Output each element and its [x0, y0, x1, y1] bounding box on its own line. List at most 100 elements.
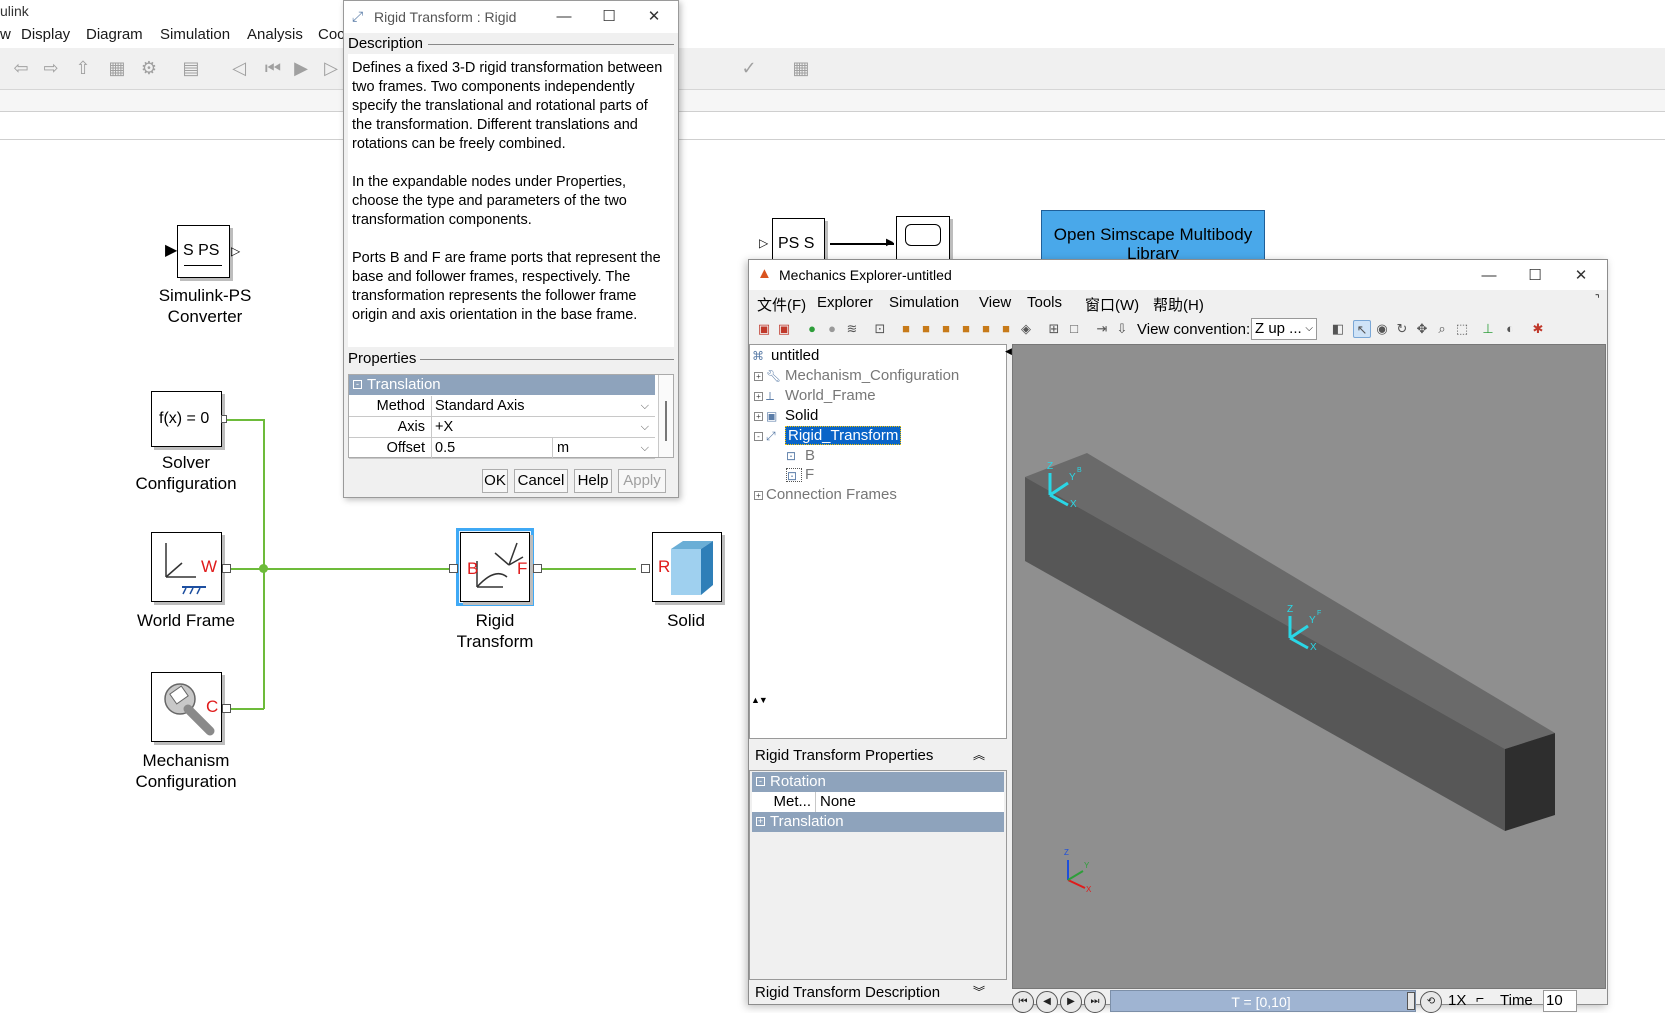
tree-item-mechanism-configuration[interactable]: + 🔧︎ Mechanism_Configuration — [754, 367, 959, 384]
tree-item-solid[interactable]: + ▣ Solid — [754, 407, 818, 424]
grid-icon[interactable]: ▦ — [790, 57, 812, 79]
lighting-icon[interactable]: ◐ — [1501, 320, 1519, 338]
offset-row[interactable]: Offset 0.5 m ⌵ — [349, 438, 655, 459]
rotation-method-row[interactable]: Met... None — [752, 792, 1004, 812]
explorer-maximize-icon[interactable]: ☐ — [1525, 266, 1545, 286]
cancel-button[interactable]: Cancel — [514, 469, 568, 493]
loop-icon[interactable]: ⟲ — [1420, 991, 1442, 1013]
menu-display[interactable]: Display — [21, 26, 70, 43]
3d-viewport[interactable]: Z Y B X Z Y F X Z Y X — [1012, 344, 1606, 989]
wire-solver[interactable] — [225, 419, 264, 421]
offset-unit[interactable]: m — [555, 438, 635, 458]
expand-icon[interactable]: + — [754, 391, 763, 401]
view-convention-select[interactable]: Z up ... ⌵ — [1251, 318, 1317, 340]
offset-value-field[interactable]: 0.5 — [433, 438, 553, 458]
method-row[interactable]: Method Standard Axis ⌵ — [349, 396, 655, 417]
explorer-menu-help[interactable]: 帮助(H) — [1153, 294, 1204, 315]
up-icon[interactable]: ⇧ — [72, 57, 94, 79]
rotation-section[interactable]: - Rotation — [752, 772, 1004, 792]
world-frame-block[interactable]: W — [151, 532, 222, 602]
explorer-menu-window[interactable]: 窗口(W) — [1085, 294, 1139, 315]
forward-icon[interactable]: ⇨ — [40, 57, 62, 79]
simulink-ps-converter-block[interactable]: S PS — [177, 225, 230, 278]
select-pointer-icon[interactable]: ↖ — [1353, 320, 1371, 338]
speed-slider-icon[interactable]: ⌐ — [1476, 990, 1484, 1006]
clear-all-icon[interactable]: ▣ — [775, 320, 793, 338]
explorer-menu-explorer[interactable]: Explorer — [817, 294, 873, 311]
menu-simulation[interactable]: Simulation — [160, 26, 230, 43]
pan-icon[interactable]: ✥ — [1413, 320, 1431, 338]
rotate-icon[interactable]: ↻ — [1393, 320, 1411, 338]
explorer-menu-simulation[interactable]: Simulation — [889, 294, 959, 311]
expand-icon[interactable]: + — [754, 490, 763, 500]
world-frame-port[interactable] — [222, 564, 231, 573]
timeline-thumb[interactable] — [1407, 992, 1415, 1010]
explorer-menu-file[interactable]: 文件(F) — [757, 294, 806, 315]
view-back-icon[interactable]: ■ — [917, 320, 935, 338]
view-top-icon[interactable]: ■ — [977, 320, 995, 338]
view-front-icon[interactable]: ■ — [897, 320, 915, 338]
scrollbar-thumb[interactable] — [665, 401, 667, 441]
wire-mech[interactable] — [231, 708, 264, 710]
tree-item-connection-frames[interactable]: + Connection Frames — [754, 486, 897, 503]
single-view-icon[interactable]: □ — [1065, 320, 1083, 338]
zoom-icon[interactable]: ⌕ — [1433, 320, 1451, 338]
mechanism-port[interactable] — [222, 704, 231, 713]
expand-icon[interactable]: + — [754, 371, 763, 381]
splitter-handle-icon[interactable]: ◀ — [1005, 346, 1012, 357]
apply-button[interactable]: Apply — [618, 469, 666, 493]
menu-analysis[interactable]: Analysis — [247, 26, 303, 43]
expand-icon[interactable]: + — [754, 411, 763, 421]
solid-block[interactable]: R — [652, 532, 722, 602]
method-dropdown-icon[interactable]: ⌵ — [641, 396, 649, 416]
close-icon[interactable]: ✕ — [644, 7, 664, 27]
clear-icon[interactable]: ▣ — [755, 320, 773, 338]
run-icon[interactable]: ▶ — [290, 57, 312, 79]
menu-code[interactable]: Coc — [318, 26, 345, 43]
explorer-close-icon[interactable]: ✕ — [1571, 266, 1591, 286]
signal-line[interactable] — [830, 243, 894, 245]
tree-item-frame-f[interactable]: ⊡ F — [786, 466, 814, 483]
collapse-icon[interactable]: - — [353, 380, 362, 389]
tree-root[interactable]: ⌘ untitled — [752, 347, 819, 364]
tree-item-rigid-transform[interactable]: - ⤢ Rigid_Transform — [754, 426, 902, 445]
layers-icon[interactable]: ≋ — [843, 320, 861, 338]
skip-to-start-icon[interactable]: ⏮ — [1012, 991, 1034, 1013]
timeline-slider[interactable]: T = [0,10] — [1110, 990, 1416, 1012]
export-icon[interactable]: ⇩ — [1113, 320, 1131, 338]
axis-value[interactable]: +X — [433, 417, 653, 437]
rigid-port-f[interactable] — [533, 564, 542, 573]
offset-unit-dropdown-icon[interactable]: ⌵ — [641, 438, 649, 458]
view-right-icon[interactable]: ■ — [957, 320, 975, 338]
explorer-menu-view[interactable]: View — [979, 294, 1011, 311]
menu-diagram[interactable]: Diagram — [86, 26, 143, 43]
expand-panel-icon[interactable]: ︾ — [973, 983, 985, 1000]
minimize-icon[interactable]: — — [554, 7, 574, 27]
tree-item-frame-b[interactable]: ⊡ B — [786, 447, 815, 464]
speed-label[interactable]: 1X — [1448, 992, 1466, 1009]
solid-port[interactable] — [641, 564, 650, 573]
scope-block[interactable] — [896, 216, 950, 261]
splitter-arrows-icon[interactable]: ▲▼ — [751, 695, 768, 705]
solver-port[interactable] — [221, 415, 227, 423]
play-icon[interactable]: ● — [803, 320, 821, 338]
properties-scrollbar[interactable] — [658, 375, 673, 457]
menubar-overflow-icon[interactable]: ⌝ — [1595, 294, 1600, 305]
camera-icon[interactable]: ◧ — [1329, 320, 1347, 338]
step-forward-icon[interactable]: ▷ — [320, 57, 342, 79]
step-back-icon[interactable]: ◁ — [228, 57, 250, 79]
tree-item-world-frame[interactable]: + ⟂ World_Frame — [754, 387, 876, 404]
show-frames-icon[interactable]: ◉ — [1373, 320, 1391, 338]
ok-button[interactable]: OK — [482, 469, 508, 493]
wire-rigid-to-solid[interactable] — [540, 568, 636, 570]
step-icon[interactable]: ⏮ — [262, 57, 284, 79]
time-input[interactable]: 10 — [1543, 990, 1577, 1012]
import-icon[interactable]: ⇥ — [1093, 320, 1111, 338]
method-value[interactable]: Standard Axis — [433, 396, 653, 416]
explorer-menu-tools[interactable]: Tools — [1027, 294, 1062, 311]
collapse-icon[interactable]: - — [756, 777, 765, 786]
maximize-icon[interactable]: ☐ — [599, 7, 619, 27]
color-icon[interactable]: ✱ — [1529, 320, 1547, 338]
library-browser-icon[interactable]: ▦ — [106, 57, 128, 79]
stop-icon[interactable]: ● — [823, 320, 841, 338]
